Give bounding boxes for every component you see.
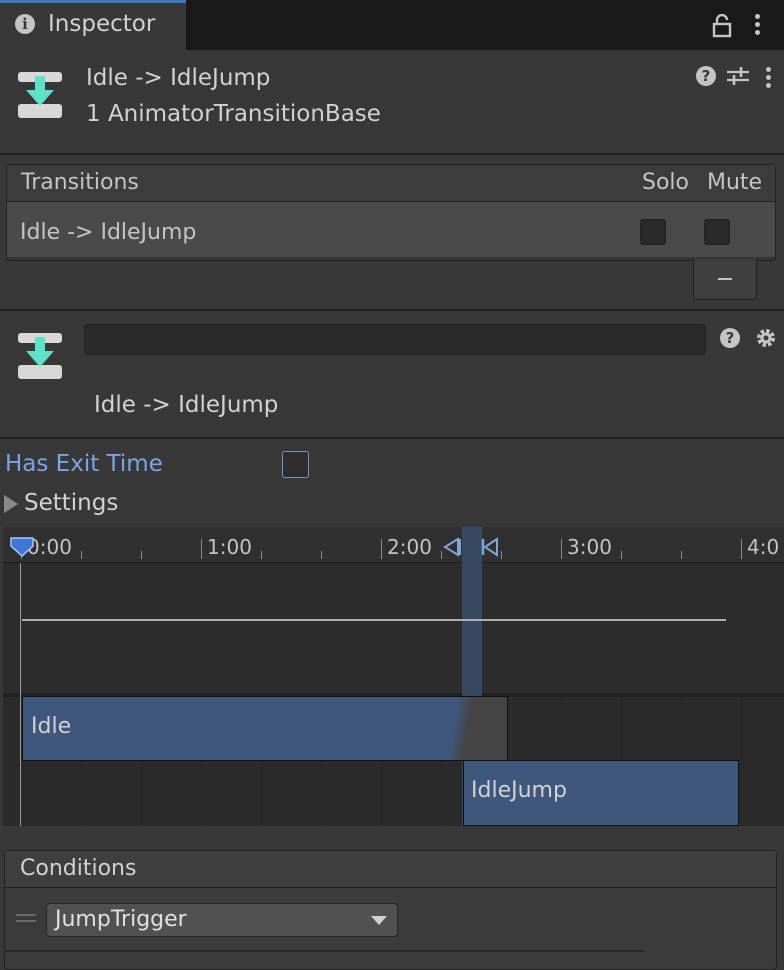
condition-parameter-value: JumpTrigger bbox=[55, 907, 187, 932]
kebab-menu-icon[interactable] bbox=[755, 14, 760, 38]
transition-end-marker-icon[interactable] bbox=[481, 537, 501, 557]
gear-icon[interactable] bbox=[755, 327, 777, 349]
ruler-label: 3:00 bbox=[567, 535, 612, 559]
settings-label: Settings bbox=[24, 490, 119, 516]
preset-sliders-icon[interactable] bbox=[727, 66, 749, 86]
transition-arrow-icon bbox=[18, 333, 62, 379]
ruler-tick bbox=[441, 551, 442, 559]
tab-label: Inspector bbox=[48, 11, 156, 37]
conditions-label: Conditions bbox=[20, 856, 137, 881]
ruler-tick bbox=[81, 551, 82, 559]
transitions-list-header: Transitions Solo Mute bbox=[7, 165, 775, 202]
remove-transition-button[interactable] bbox=[693, 259, 757, 300]
ruler-tick bbox=[261, 551, 262, 559]
has-exit-time-checkbox[interactable] bbox=[282, 451, 309, 478]
divider bbox=[0, 437, 784, 439]
state-bar-label: Idle bbox=[31, 714, 72, 739]
ruler-tick bbox=[561, 539, 562, 559]
transition-weight-line bbox=[22, 619, 726, 621]
tab-inspector[interactable]: i Inspector bbox=[0, 0, 186, 50]
curve-area bbox=[3, 563, 784, 693]
playhead-line bbox=[20, 563, 21, 826]
help-icon[interactable]: ? bbox=[696, 66, 716, 86]
info-icon: i bbox=[15, 14, 35, 34]
divider bbox=[0, 309, 784, 311]
expand-triangle-icon bbox=[4, 495, 18, 513]
state-bar-idle[interactable]: Idle bbox=[22, 696, 508, 761]
condition-parameter-dropdown[interactable]: JumpTrigger bbox=[46, 903, 398, 937]
ruler-tick bbox=[381, 539, 382, 559]
transitions-header-label: Transitions bbox=[21, 170, 139, 195]
conditions-footer-edge bbox=[4, 950, 644, 952]
transition-start-marker-icon[interactable] bbox=[443, 537, 463, 557]
ruler-tick bbox=[681, 551, 682, 559]
ruler-label: 2:00 bbox=[387, 535, 432, 559]
ruler-tick bbox=[501, 551, 502, 559]
settings-foldout[interactable]: Settings bbox=[3, 490, 203, 520]
header-title: Idle -> IdleJump bbox=[86, 65, 271, 91]
transition-row[interactable]: Idle -> IdleJump bbox=[7, 202, 775, 257]
ruler-tick bbox=[621, 551, 622, 559]
solo-checkbox[interactable] bbox=[640, 219, 666, 245]
mute-checkbox[interactable] bbox=[704, 219, 730, 245]
ruler-label: 4:0 bbox=[747, 535, 780, 559]
header-kebab-menu-icon[interactable] bbox=[766, 67, 771, 91]
dropdown-arrow-icon bbox=[371, 916, 387, 925]
mute-header-label: Mute bbox=[707, 170, 763, 195]
ruler-tick bbox=[321, 551, 322, 559]
transition-label: Idle -> IdleJump bbox=[94, 392, 279, 418]
divider bbox=[0, 153, 784, 155]
has-exit-time-label: Has Exit Time bbox=[5, 451, 163, 477]
conditions-header: Conditions bbox=[5, 851, 776, 888]
ruler-label: 1:00 bbox=[207, 535, 252, 559]
ruler-tick bbox=[741, 539, 742, 559]
lock-icon[interactable] bbox=[712, 14, 734, 38]
help-icon[interactable]: ? bbox=[720, 328, 740, 348]
header-subtitle: 1 AnimatorTransitionBase bbox=[86, 101, 381, 127]
drag-handle-icon[interactable] bbox=[16, 913, 36, 923]
ruler-tick bbox=[141, 551, 142, 559]
transition-timeline[interactable]: 0:00 1:00 2:00 3:00 4:0 Idle IdleJump bbox=[3, 527, 784, 826]
solo-header-label: Solo bbox=[642, 170, 689, 195]
playhead-marker-icon[interactable] bbox=[9, 536, 35, 558]
state-bar-label: IdleJump bbox=[471, 778, 567, 803]
ruler-tick bbox=[201, 539, 202, 559]
transition-row-name: Idle -> IdleJump bbox=[20, 220, 197, 245]
state-bar-idlejump[interactable]: IdleJump bbox=[463, 760, 739, 826]
transition-arrow-icon bbox=[18, 72, 62, 118]
transition-name-field[interactable] bbox=[84, 324, 706, 355]
